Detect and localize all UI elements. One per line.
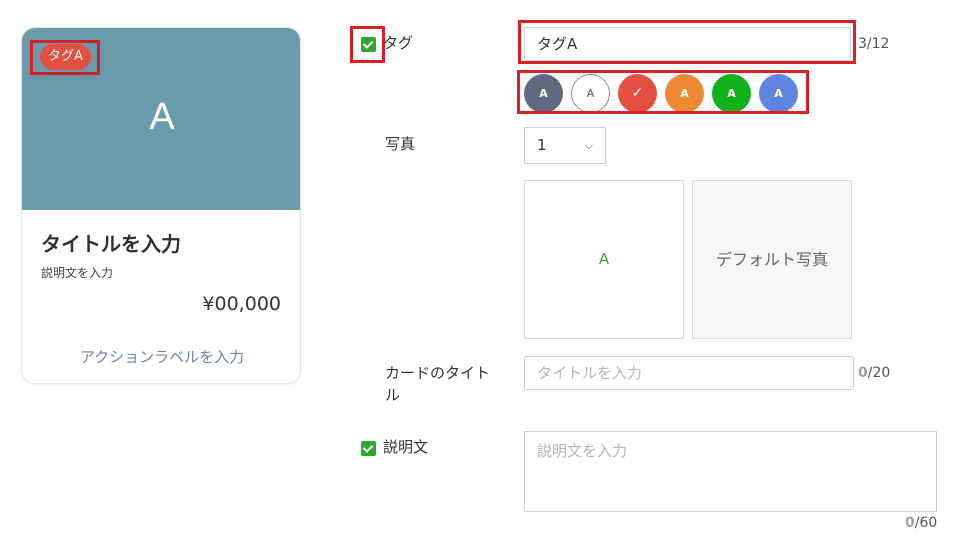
tag-counter: 3/12 [858, 36, 890, 52]
preview-card: A タグA タイトルを入力 説明文を入力 ¥00,000 アクションラベルを入力 [21, 27, 301, 384]
color-swatch-white[interactable]: A [571, 74, 610, 113]
description-counter: 0/60 [905, 515, 938, 531]
card-title: タイトルを入力 [41, 232, 181, 256]
tag-checkbox[interactable] [361, 37, 376, 52]
description-label: 説明文 [383, 438, 429, 456]
photo-count-value: 1 [537, 136, 547, 154]
description-textarea[interactable]: 説明文を入力 [524, 431, 937, 512]
card-title-label: カードのタイト ル [385, 364, 491, 404]
card-image-letter: A [149, 96, 175, 138]
card-title-counter: 0/20 [858, 365, 891, 381]
chevron-down-icon: ⌵ [584, 139, 593, 152]
card-title-input[interactable]: タイトルを入力 [524, 356, 854, 390]
color-swatch-slate[interactable]: A [524, 74, 563, 113]
card-tag-badge: タグA [40, 44, 91, 70]
color-swatch-green[interactable]: A [712, 74, 751, 113]
card-price: ¥00,000 [202, 293, 281, 315]
photo-slot-default[interactable]: デフォルト写真 [692, 180, 852, 339]
card-action-label[interactable]: アクションラベルを入力 [22, 346, 300, 367]
card-image: A タグA [22, 28, 300, 210]
description-checkbox[interactable] [361, 441, 376, 456]
tag-label: タグ [383, 34, 414, 52]
photo-slot-a[interactable]: A [524, 180, 684, 339]
card-description: 説明文を入力 [41, 266, 114, 280]
color-swatch-orange[interactable]: A [665, 74, 704, 113]
tag-input[interactable]: タグA [524, 27, 851, 61]
color-swatch-red-selected[interactable]: ✓ [618, 74, 657, 113]
photo-count-select[interactable]: 1 ⌵ [524, 127, 606, 164]
color-swatch-blue[interactable]: A [759, 74, 798, 113]
photo-label: 写真 [385, 135, 416, 153]
